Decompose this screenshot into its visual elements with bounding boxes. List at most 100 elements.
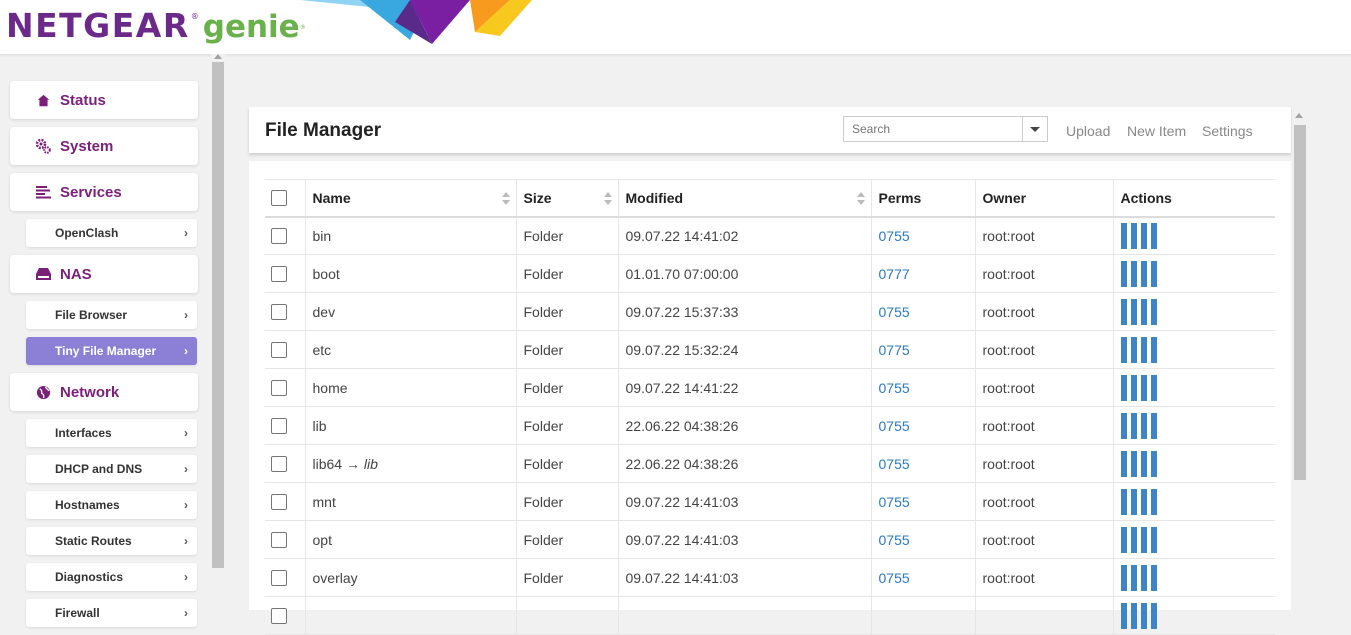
copy-icon[interactable] <box>1140 298 1147 325</box>
copy-icon[interactable] <box>1140 602 1147 629</box>
settings-link[interactable]: Settings <box>1202 123 1253 139</box>
row-checkbox[interactable] <box>271 570 287 587</box>
table-row[interactable]: opt Folder 09.07.22 14:41:03 0755 root:root <box>265 520 1275 559</box>
column-header-modified[interactable]: Modified <box>617 179 871 218</box>
menu-network[interactable]: Network <box>10 373 198 411</box>
row-checkbox[interactable] <box>271 418 287 435</box>
permissions-link[interactable]: 0755 <box>879 380 910 396</box>
sidebar-item-hostnames[interactable]: Hostnames › <box>26 491 197 519</box>
sidebar-scrollbar-thumb[interactable] <box>212 62 224 568</box>
permissions-link[interactable]: 0777 <box>879 266 910 282</box>
permissions-link[interactable]: 0755 <box>879 570 910 586</box>
menu-nas[interactable]: NAS <box>10 255 198 293</box>
delete-icon[interactable] <box>1120 222 1127 249</box>
table-row[interactable]: overlay Folder 09.07.22 14:41:03 0755 root:r… <box>265 558 1275 597</box>
sidebar-scroll-up-arrow[interactable] <box>214 54 222 59</box>
rename-icon[interactable] <box>1130 374 1137 401</box>
menu-status[interactable]: Status <box>10 81 198 119</box>
row-checkbox[interactable] <box>271 494 287 511</box>
row-checkbox[interactable] <box>271 456 287 473</box>
file-name[interactable]: lib64 <box>313 456 343 472</box>
menu-services[interactable]: Services <box>10 173 198 211</box>
row-checkbox[interactable] <box>271 266 287 283</box>
delete-icon[interactable] <box>1120 602 1127 629</box>
permissions-link[interactable]: 0755 <box>879 532 910 548</box>
upload-link[interactable]: Upload <box>1066 123 1110 139</box>
sidebar-item-openclash[interactable]: OpenClash › <box>26 219 197 247</box>
row-checkbox[interactable] <box>271 342 287 359</box>
rename-icon[interactable] <box>1130 564 1137 591</box>
rename-icon[interactable] <box>1130 412 1137 439</box>
row-checkbox[interactable] <box>271 304 287 321</box>
delete-icon[interactable] <box>1120 526 1127 553</box>
table-row[interactable]: lib Folder 22.06.22 04:38:26 0755 root:root <box>265 406 1275 445</box>
table-row[interactable]: lib64 → lib Folder 22.06.22 04:38:26 0755 ro… <box>265 444 1275 483</box>
copy-icon[interactable] <box>1140 260 1147 287</box>
row-checkbox[interactable] <box>271 608 287 625</box>
sidebar-item-tiny-file-manager[interactable]: Tiny File Manager › <box>26 337 197 365</box>
copy-icon[interactable] <box>1140 488 1147 515</box>
main-scroll-up-arrow[interactable] <box>1295 113 1303 118</box>
select-all-checkbox[interactable] <box>271 190 287 207</box>
permissions-link[interactable]: 0755 <box>879 304 910 320</box>
file-name[interactable]: lib <box>313 418 327 434</box>
copy-icon[interactable] <box>1140 374 1147 401</box>
new-item-link[interactable]: New Item <box>1127 123 1186 139</box>
rename-icon[interactable] <box>1130 602 1137 629</box>
rename-icon[interactable] <box>1130 298 1137 325</box>
delete-icon[interactable] <box>1120 298 1127 325</box>
file-name[interactable]: boot <box>313 266 340 282</box>
rename-icon[interactable] <box>1130 526 1137 553</box>
row-checkbox[interactable] <box>271 228 287 245</box>
link-icon[interactable] <box>1150 412 1157 439</box>
copy-icon[interactable] <box>1140 222 1147 249</box>
main-scrollbar-thumb[interactable] <box>1294 125 1306 480</box>
netgear-genie-logo[interactable]: NETGEAR ® genie ® <box>6 6 306 45</box>
delete-icon[interactable] <box>1120 412 1127 439</box>
sidebar-item-static-routes[interactable]: Static Routes › <box>26 527 197 555</box>
file-name[interactable]: opt <box>313 532 332 548</box>
rename-icon[interactable] <box>1130 260 1137 287</box>
link-icon[interactable] <box>1150 488 1157 515</box>
copy-icon[interactable] <box>1140 336 1147 363</box>
file-name[interactable]: mnt <box>313 494 336 510</box>
permissions-link[interactable]: 0775 <box>879 342 910 358</box>
table-row[interactable]: mnt Folder 09.07.22 14:41:03 0755 root:root <box>265 482 1275 521</box>
link-icon[interactable] <box>1150 374 1157 401</box>
delete-icon[interactable] <box>1120 488 1127 515</box>
rename-icon[interactable] <box>1130 488 1137 515</box>
delete-icon[interactable] <box>1120 336 1127 363</box>
file-name[interactable]: bin <box>313 228 332 244</box>
rename-icon[interactable] <box>1130 222 1137 249</box>
delete-icon[interactable] <box>1120 374 1127 401</box>
copy-icon[interactable] <box>1140 564 1147 591</box>
link-icon[interactable] <box>1150 222 1157 249</box>
table-row[interactable]: boot Folder 01.01.70 07:00:00 0777 root:root <box>265 254 1275 293</box>
delete-icon[interactable] <box>1120 450 1127 477</box>
column-header-name[interactable]: Name <box>304 179 516 218</box>
rename-icon[interactable] <box>1130 336 1137 363</box>
sidebar-item-firewall[interactable]: Firewall › <box>26 599 197 627</box>
file-name[interactable]: dev <box>313 304 336 320</box>
sidebar-item-file-browser[interactable]: File Browser › <box>26 301 197 329</box>
link-icon[interactable] <box>1150 450 1157 477</box>
link-icon[interactable] <box>1150 298 1157 325</box>
file-name[interactable]: overlay <box>313 570 358 586</box>
permissions-link[interactable]: 0755 <box>879 456 910 472</box>
copy-icon[interactable] <box>1140 526 1147 553</box>
menu-system[interactable]: System <box>10 127 198 165</box>
row-checkbox[interactable] <box>271 380 287 397</box>
permissions-link[interactable]: 0755 <box>879 494 910 510</box>
table-row[interactable]: dev Folder 09.07.22 15:37:33 0755 root:root <box>265 292 1275 331</box>
table-row[interactable]: etc Folder 09.07.22 15:32:24 0775 root:root <box>265 330 1275 369</box>
sidebar-item-dhcp-dns[interactable]: DHCP and DNS › <box>26 455 197 483</box>
delete-icon[interactable] <box>1120 564 1127 591</box>
file-name[interactable]: etc <box>313 342 332 358</box>
link-icon[interactable] <box>1150 602 1157 629</box>
table-row[interactable]: home Folder 09.07.22 14:41:22 0755 root:root <box>265 368 1275 407</box>
link-icon[interactable] <box>1150 260 1157 287</box>
copy-icon[interactable] <box>1140 412 1147 439</box>
link-icon[interactable] <box>1150 526 1157 553</box>
link-icon[interactable] <box>1150 336 1157 363</box>
rename-icon[interactable] <box>1130 450 1137 477</box>
